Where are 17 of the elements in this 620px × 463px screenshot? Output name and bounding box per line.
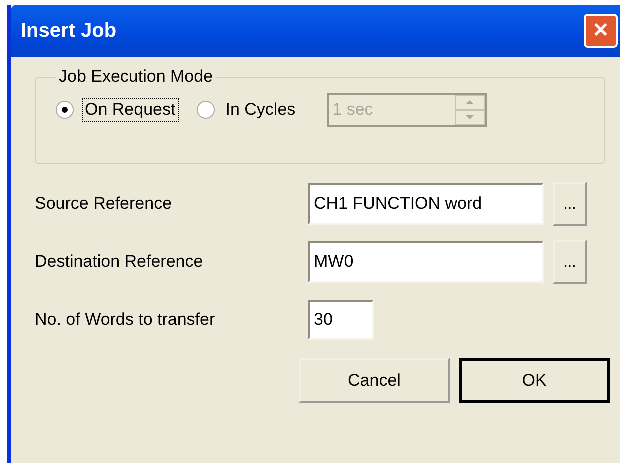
radio-label: In Cycles [224, 99, 297, 121]
radio-option[interactable]: On Request [56, 98, 179, 122]
browse-button[interactable]: ... [553, 240, 587, 284]
input-field[interactable]: CH1 FUNCTION word [308, 183, 544, 225]
field-label: Destination Reference [35, 252, 204, 272]
field-label: No. of Words to transfer [35, 310, 216, 330]
browse-button[interactable]: ... [553, 182, 587, 226]
close-button[interactable]: ✕ [584, 14, 618, 48]
group-title: Job Execution Mode [58, 67, 214, 87]
dialog-button[interactable]: OK [459, 358, 610, 403]
field-label: Source Reference [35, 194, 174, 214]
radio-option[interactable]: In Cycles [196, 98, 299, 122]
window-title: Insert Job [21, 20, 117, 42]
radio-label: On Request [82, 98, 179, 122]
input-field[interactable]: MW0 [308, 241, 544, 283]
input-field[interactable]: 30 [308, 300, 374, 340]
dialog-button[interactable]: Cancel [299, 358, 450, 403]
